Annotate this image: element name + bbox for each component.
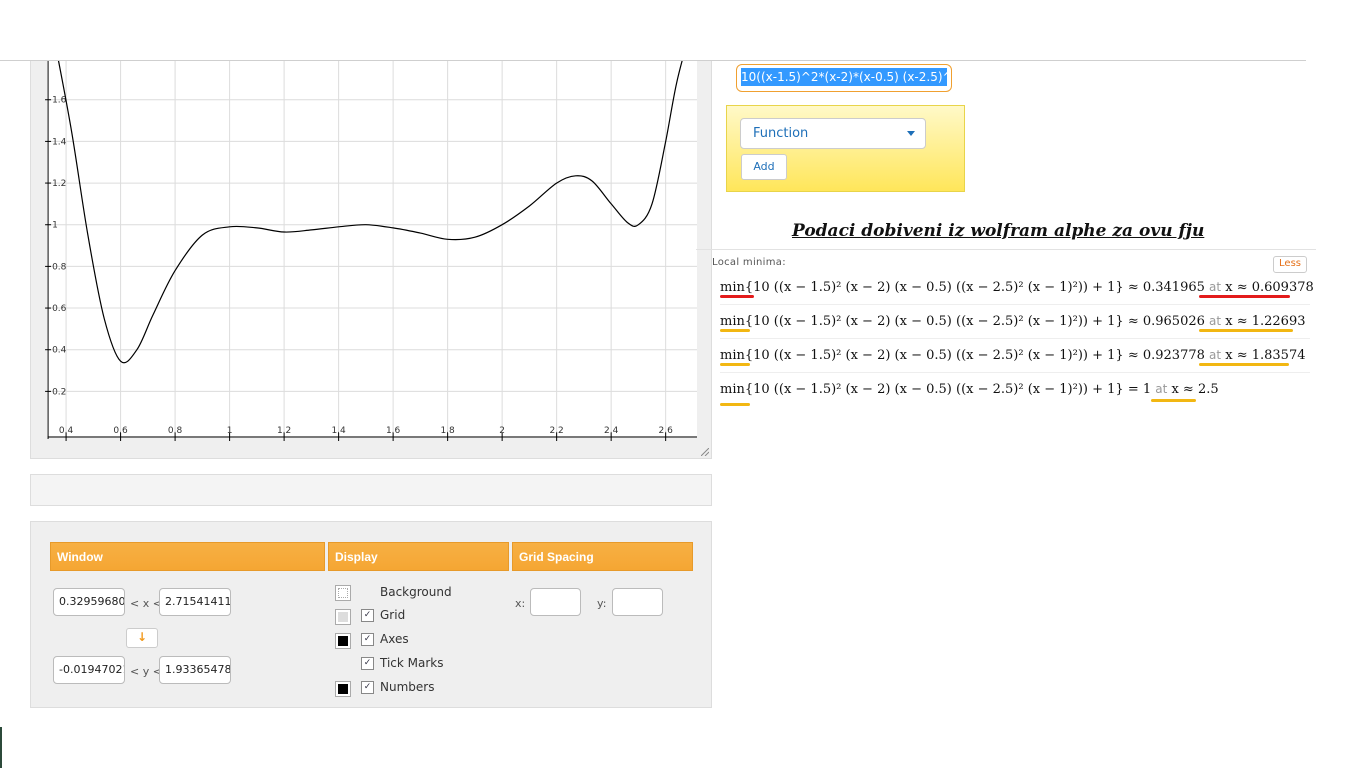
x-tick-label: 2 [499, 426, 505, 436]
row-divider [720, 372, 1310, 373]
y-tick-label: 0.2 [52, 387, 66, 397]
window-section-header: Window [50, 542, 325, 571]
background-label: Background [380, 585, 452, 599]
grid-label: Grid [380, 608, 406, 622]
at-label: at [1209, 314, 1222, 328]
ymax-input[interactable]: 1.93365478 [159, 656, 231, 684]
x-tick-label: 1 [227, 426, 233, 436]
yellow-underline-min [720, 363, 750, 366]
row-divider [720, 338, 1310, 339]
xmax-input[interactable]: 2.71541411 [159, 588, 231, 616]
axes-checkbox[interactable]: ✓ [361, 633, 374, 646]
y-range-label: < y < [130, 665, 162, 678]
minimum-x: x ≈ 1.22693 [1225, 314, 1306, 329]
display-section-header: Display [328, 542, 509, 571]
numbers-checkbox[interactable]: ✓ [361, 681, 374, 694]
minimum-row: min{10 ((x − 1.5)² (x − 2) (x − 0.5) ((x… [720, 272, 1314, 306]
minimum-x: x ≈ 1.83574 [1225, 348, 1306, 363]
tick-marks-checkbox[interactable]: ✓ [361, 657, 374, 670]
function-plot[interactable]: 0.40.60.811.21.41.61.822.22.42.61.81.61.… [31, 61, 713, 459]
minimum-row: min{10 ((x − 1.5)² (x − 2) (x − 0.5) ((x… [720, 340, 1310, 374]
minimum-row: min{10 ((x − 1.5)² (x − 2) (x − 0.5) ((x… [720, 306, 1310, 340]
axes-label: Axes [380, 632, 409, 646]
function-options-box: Function Add [726, 105, 965, 192]
x-tick-label: 2.2 [549, 426, 563, 436]
window-edge [0, 727, 2, 768]
grid-spacing-section-header: Grid Spacing [512, 542, 693, 571]
x-tick-label: 1.4 [331, 426, 346, 436]
wolfram-local-minima: Local minima: Less min{10 ((x − 1.5)² (x… [696, 249, 1316, 409]
minimum-expression: min{10 ((x − 1.5)² (x − 2) (x − 0.5) ((x… [720, 382, 1124, 397]
y-tick-label: 1.4 [52, 137, 67, 147]
swap-arrow-button[interactable]: ↓ [126, 628, 158, 648]
plot-area [47, 61, 697, 436]
at-label: at [1209, 348, 1222, 362]
grid-x-label: x: [515, 597, 526, 610]
yellow-underline-x [1199, 363, 1289, 366]
x-tick-label: 1.6 [386, 426, 401, 436]
numbers-color-swatch[interactable] [335, 681, 351, 697]
grid-checkbox[interactable]: ✓ [361, 609, 374, 622]
y-tick-label: 0.6 [52, 304, 67, 314]
x-tick-label: 0.4 [59, 426, 74, 436]
function-type-label: Function [753, 126, 809, 141]
y-tick-label: 1 [52, 221, 58, 231]
axes-color-swatch[interactable] [335, 633, 351, 649]
yellow-underline-x [1151, 399, 1196, 402]
ymin-input[interactable]: -0.01947021 [53, 656, 125, 684]
y-tick-label: 1.6 [52, 96, 67, 106]
xmin-input[interactable]: 0.32959680 [53, 588, 125, 616]
grid-color-swatch[interactable] [335, 609, 351, 625]
minimum-expression: min{10 ((x − 1.5)² (x − 2) (x − 0.5) ((x… [720, 314, 1124, 329]
at-label: at [1155, 382, 1168, 396]
red-underline-min [720, 295, 754, 298]
caption-heading: Podaci dobiveni iz wolfram alphe za ovu … [792, 221, 1205, 241]
results-divider [696, 249, 1316, 250]
minimum-x: x ≈ 0.609378 [1225, 280, 1314, 295]
minimum-row: min{10 ((x − 1.5)² (x − 2) (x − 0.5) ((x… [720, 374, 1310, 408]
red-underline-x [1199, 295, 1290, 298]
function-list-bar [30, 474, 712, 506]
less-button[interactable]: Less [1273, 256, 1307, 273]
x-tick-label: 2.6 [658, 426, 673, 436]
y-tick-label: 0.8 [52, 262, 67, 272]
add-button[interactable]: Add [741, 154, 787, 180]
y-tick-label: 0.4 [52, 346, 67, 356]
graph-panel: 0.40.60.811.21.41.61.822.22.42.61.81.61.… [30, 61, 712, 459]
grid-spacing-x-input[interactable] [530, 588, 581, 616]
yellow-underline-min [720, 403, 750, 406]
function-input-panel: 10((x-1.5)^2*(x-2)*(x-0.5) (x-2.5)^ Func… [726, 61, 965, 192]
grid-y-label: y: [597, 597, 607, 610]
yellow-underline-min [720, 329, 750, 332]
minimum-x: x ≈ 2.5 [1171, 382, 1219, 397]
x-tick-label: 1.8 [440, 426, 455, 436]
row-divider [720, 304, 1310, 305]
minimum-value: ≈ 0.965026 [1127, 314, 1205, 329]
grid-spacing-y-input[interactable] [612, 588, 663, 616]
x-tick-label: 0.6 [113, 426, 128, 436]
resize-grip-icon[interactable] [701, 448, 709, 456]
function-expression-input[interactable]: 10((x-1.5)^2*(x-2)*(x-0.5) (x-2.5)^ [736, 64, 952, 92]
background-color-swatch[interactable] [335, 585, 351, 601]
tick-marks-label: Tick Marks [380, 656, 444, 670]
x-tick-label: 0.8 [168, 426, 183, 436]
chevron-down-icon [907, 131, 915, 136]
x-tick-label: 1.2 [277, 426, 291, 436]
x-range-label: < x < [130, 597, 162, 610]
yellow-underline-x [1199, 329, 1293, 332]
minimum-value: ≈ 0.923778 [1127, 348, 1205, 363]
at-label: at [1209, 280, 1222, 294]
minimum-value: ≈ 0.341965 [1127, 280, 1205, 295]
numbers-label: Numbers [380, 680, 435, 694]
function-type-select[interactable]: Function [740, 118, 926, 149]
x-tick-label: 2.4 [604, 426, 619, 436]
local-minima-title: Local minima: [712, 257, 786, 268]
minimum-expression: min{10 ((x − 1.5)² (x − 2) (x − 0.5) ((x… [720, 348, 1124, 363]
y-tick-label: 1.2 [52, 179, 66, 189]
minimum-expression: min{10 ((x − 1.5)² (x − 2) (x − 0.5) ((x… [720, 280, 1124, 295]
function-expression-text: 10((x-1.5)^2*(x-2)*(x-0.5) (x-2.5)^ [741, 68, 947, 86]
minimum-value: = 1 [1127, 382, 1152, 397]
settings-panel: Window Display Grid Spacing 0.32959680 <… [30, 521, 712, 708]
